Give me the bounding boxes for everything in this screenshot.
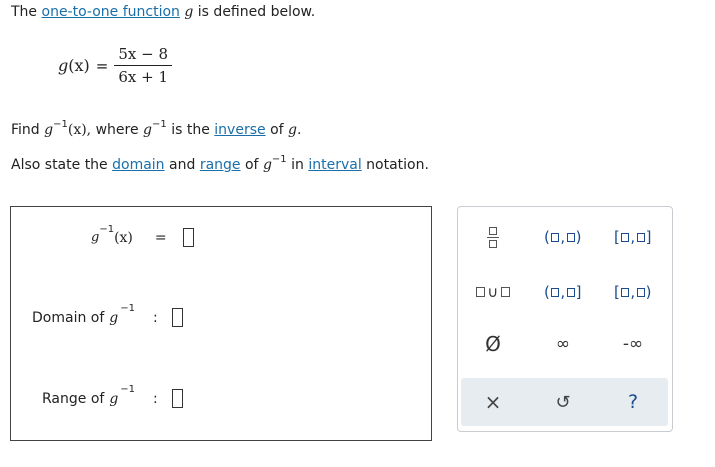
range-label: Range of bbox=[42, 390, 105, 407]
help-icon: ? bbox=[627, 391, 639, 413]
problem-line-1: The one-to-one function g is defined bel… bbox=[11, 4, 315, 20]
text: is defined below. bbox=[197, 4, 316, 20]
inv-fn-2: g bbox=[143, 122, 153, 138]
function-var: g bbox=[184, 4, 194, 20]
infinity-button[interactable]: ∞ bbox=[532, 329, 594, 359]
union-icon: ∪ bbox=[476, 283, 510, 301]
negative-infinity-icon: -∞ bbox=[622, 334, 644, 354]
open-closed-interval-button[interactable]: (,] bbox=[532, 277, 594, 307]
range-fn: g bbox=[109, 390, 119, 407]
inv-fn: g bbox=[44, 122, 54, 138]
range-exp: −1 bbox=[120, 384, 136, 395]
def-fn: g bbox=[58, 56, 69, 75]
empty-set-button[interactable]: Ø bbox=[462, 329, 524, 359]
denominator: 6x + 1 bbox=[118, 68, 168, 86]
empty-set-icon: Ø bbox=[485, 332, 501, 356]
domain-exp: −1 bbox=[120, 303, 135, 314]
def-arg: (x) bbox=[68, 56, 90, 75]
clear-button[interactable]: × bbox=[462, 387, 524, 417]
ans-inv-fn: g bbox=[91, 230, 100, 245]
function-definition: g (x) = 5x − 8 6x + 1 bbox=[58, 45, 172, 86]
domain-answer-input[interactable] bbox=[171, 308, 183, 327]
closed-closed-interval-icon: [,] bbox=[614, 228, 652, 246]
ans-inv-exp: −1 bbox=[99, 224, 115, 235]
domain-link[interactable]: domain bbox=[112, 157, 164, 173]
text: The bbox=[11, 4, 38, 20]
text: notation. bbox=[366, 157, 429, 173]
inverse-answer-input[interactable] bbox=[182, 228, 194, 247]
text: and bbox=[169, 157, 196, 173]
problem-line-3: Also state the domain and range of g−1 i… bbox=[11, 154, 429, 173]
ans-inv-eq: = bbox=[154, 229, 167, 246]
text: Find bbox=[11, 122, 40, 138]
open-open-interval-icon: (,) bbox=[544, 228, 582, 246]
inverse-link[interactable]: inverse bbox=[214, 122, 265, 138]
undo-button[interactable]: ↺ bbox=[532, 387, 594, 417]
range-answer-input[interactable] bbox=[171, 389, 183, 408]
infinity-icon: ∞ bbox=[555, 334, 571, 354]
def-fraction: 5x − 8 6x + 1 bbox=[114, 45, 172, 86]
domain-row: Domain of g −1 : bbox=[32, 303, 183, 327]
def-equals: = bbox=[95, 56, 109, 75]
g-var: g. bbox=[288, 122, 302, 138]
text: Also state the bbox=[11, 157, 108, 173]
inv-exp-3: −1 bbox=[271, 154, 287, 165]
range-row: Range of g −1 : bbox=[42, 384, 183, 408]
inv-exp-2: −1 bbox=[152, 119, 167, 130]
domain-sep: : bbox=[153, 309, 158, 326]
text: in bbox=[291, 157, 304, 173]
range-sep: : bbox=[153, 390, 158, 407]
undo-icon: ↺ bbox=[555, 391, 571, 413]
text: where bbox=[95, 122, 139, 138]
domain-fn: g bbox=[109, 309, 119, 326]
closed-closed-interval-button[interactable]: [,] bbox=[602, 222, 664, 252]
fraction-icon bbox=[487, 226, 499, 248]
union-button[interactable]: ∪ bbox=[462, 277, 524, 307]
range-link[interactable]: range bbox=[200, 157, 241, 173]
negative-infinity-button[interactable]: -∞ bbox=[602, 329, 664, 359]
numerator: 5x − 8 bbox=[114, 45, 172, 66]
text: of bbox=[244, 157, 259, 173]
closed-open-interval-icon: [,) bbox=[614, 283, 652, 301]
interval-link[interactable]: interval bbox=[308, 157, 361, 173]
inv-exp: −1 bbox=[53, 119, 68, 130]
closed-open-interval-button[interactable]: [,) bbox=[602, 277, 664, 307]
ans-inv-arg: (x) bbox=[114, 229, 133, 246]
open-open-interval-button[interactable]: (,) bbox=[532, 222, 594, 252]
help-button[interactable]: ? bbox=[602, 387, 664, 417]
fraction-button[interactable] bbox=[462, 222, 524, 252]
text: of bbox=[270, 122, 284, 138]
one-to-one-function-link[interactable]: one-to-one function bbox=[42, 4, 180, 20]
problem-line-2: Find g−1(x), where g−1 is the inverse of… bbox=[11, 119, 302, 138]
inverse-row: g −1 (x) = bbox=[91, 224, 194, 247]
text: is the bbox=[171, 122, 210, 138]
domain-label: Domain of bbox=[32, 309, 105, 326]
inv-fn-3: g bbox=[262, 157, 272, 173]
close-icon: × bbox=[484, 390, 502, 414]
open-closed-interval-icon: (,] bbox=[544, 283, 582, 301]
inv-arg: (x), bbox=[67, 122, 92, 138]
math-keypad: (,) [,] ∪ (,] [,) Ø ∞ -∞ × ↺ ? bbox=[457, 206, 673, 432]
answer-panel: g −1 (x) = Domain of g −1 : Range of g −1 : bbox=[10, 206, 432, 441]
